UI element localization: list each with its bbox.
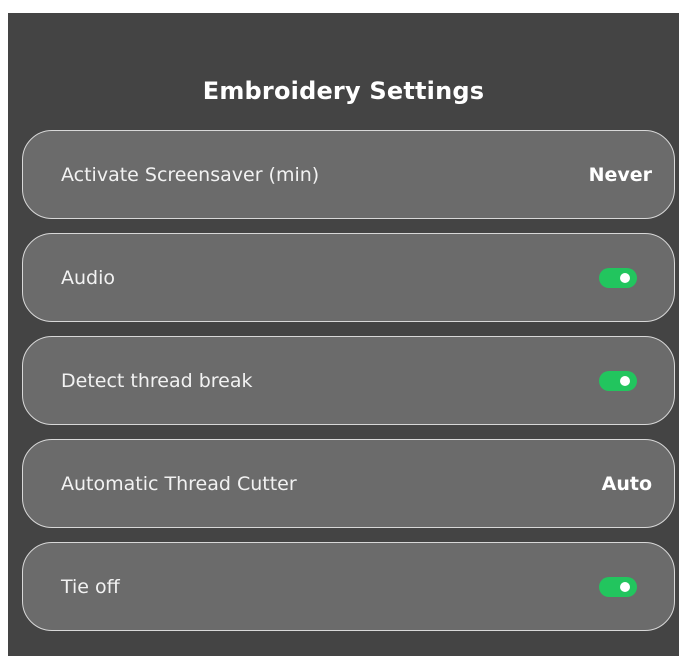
setting-label: Audio — [61, 266, 116, 289]
toggle-knob — [620, 272, 630, 283]
panel-title: Embroidery Settings — [202, 77, 485, 105]
setting-label: Activate Screensaver (min) — [61, 163, 320, 186]
audio-toggle[interactable] — [599, 267, 637, 288]
setting-row-screensaver[interactable]: Activate Screensaver (min) Never — [22, 130, 675, 219]
setting-label: Tie off — [61, 575, 120, 598]
embroidery-settings-panel: Embroidery Settings Activate Screensaver… — [8, 13, 679, 656]
toggle-knob — [620, 375, 630, 386]
setting-row-thread-cutter[interactable]: Automatic Thread Cutter Auto — [22, 439, 675, 528]
detect-thread-break-toggle[interactable] — [599, 370, 637, 391]
setting-row-tie-off[interactable]: Tie off — [22, 542, 675, 631]
screensaver-value[interactable]: Never — [589, 164, 652, 186]
setting-row-audio[interactable]: Audio — [22, 233, 675, 322]
setting-label: Automatic Thread Cutter — [61, 472, 297, 495]
setting-label: Detect thread break — [61, 369, 253, 392]
toggle-knob — [620, 581, 630, 592]
thread-cutter-value[interactable]: Auto — [602, 473, 652, 495]
setting-row-detect-thread-break[interactable]: Detect thread break — [22, 336, 675, 425]
tie-off-toggle[interactable] — [599, 576, 637, 597]
